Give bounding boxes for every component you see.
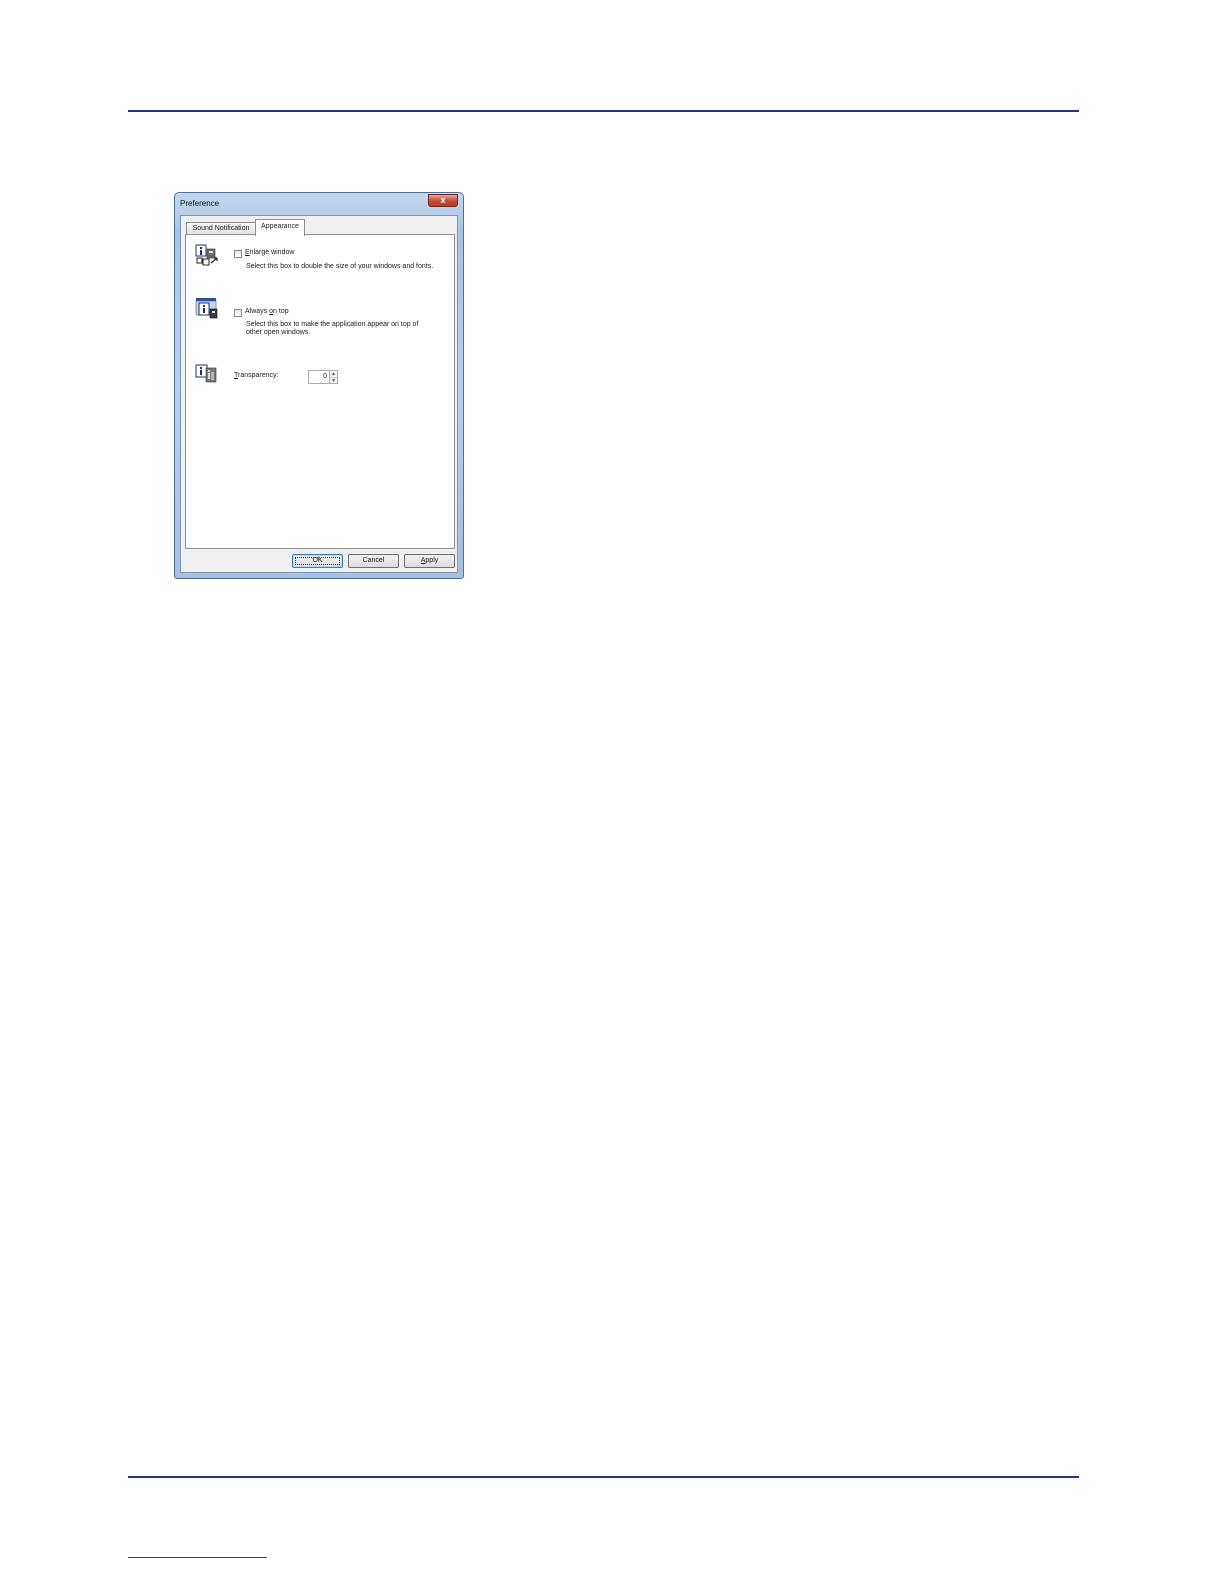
- tab-appearance[interactable]: Appearance: [255, 219, 305, 236]
- transparency-icon: [195, 364, 217, 383]
- footer-link-underline: [128, 1557, 267, 1558]
- enlarge-window-label[interactable]: Enlarge window: [245, 249, 294, 256]
- enlarge-window-icon: [195, 244, 218, 266]
- apply-button[interactable]: Apply: [404, 554, 455, 568]
- transparency-label: Transparency:: [234, 372, 279, 379]
- transparency-spinner[interactable]: ▲ ▼: [329, 370, 338, 384]
- ok-button[interactable]: OK: [292, 554, 343, 568]
- enlarge-window-checkbox[interactable]: [234, 250, 242, 258]
- cancel-button[interactable]: Cancel: [348, 554, 399, 568]
- appearance-panel: Enlarge window Select this box to double…: [185, 234, 455, 549]
- preference-dialog: Preference x Sound Notification Appearan…: [174, 192, 464, 579]
- transparency-spin-input[interactable]: 0: [308, 370, 330, 384]
- always-on-top-icon: [195, 298, 218, 319]
- always-on-top-checkbox[interactable]: [234, 309, 242, 317]
- title-bar[interactable]: Preference x: [175, 193, 463, 215]
- close-icon: x: [440, 195, 446, 205]
- footer-rule: [128, 1476, 1079, 1478]
- close-button[interactable]: x: [428, 194, 458, 207]
- spin-down-icon[interactable]: ▼: [330, 378, 337, 384]
- header-rule: [128, 110, 1079, 112]
- always-on-top-label[interactable]: Always on top: [245, 308, 289, 315]
- dialog-client-area: Sound Notification Appearance Enlarge wi…: [180, 215, 458, 573]
- dialog-title: Preference: [180, 199, 220, 208]
- enlarge-window-description: Select this box to double the size of yo…: [246, 263, 434, 270]
- always-on-top-description: Select this box to make the application …: [246, 321, 419, 336]
- spin-up-icon[interactable]: ▲: [330, 371, 337, 378]
